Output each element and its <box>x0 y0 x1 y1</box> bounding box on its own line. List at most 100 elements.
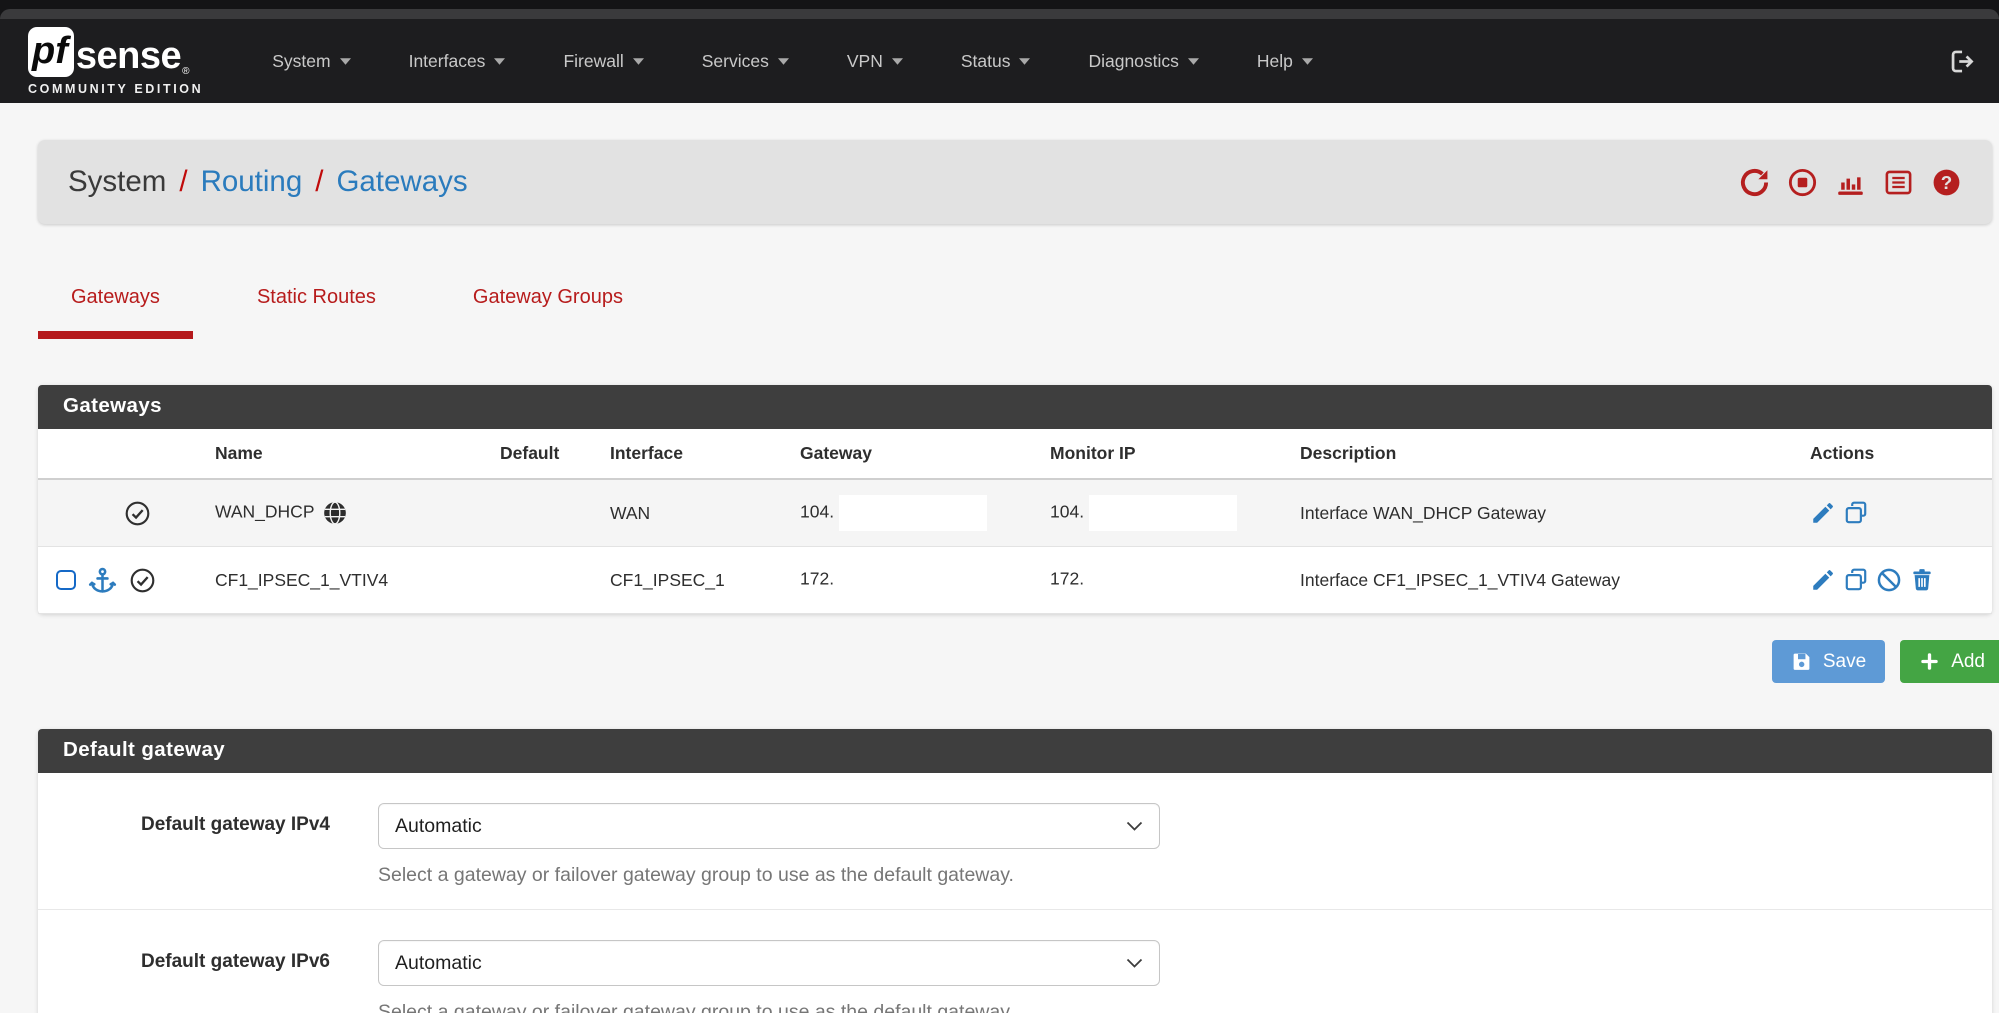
menu-diagnostics[interactable]: Diagnostics <box>1059 51 1227 72</box>
caret-down-icon <box>340 58 351 65</box>
main-menu: System Interfaces Firewall Services VPN … <box>243 51 1342 72</box>
col-name: Name <box>205 429 490 479</box>
breadcrumb: System / Routing / Gateways ? <box>38 140 1992 224</box>
gateways-table: Name Default Interface Gateway Monitor I… <box>38 429 1992 614</box>
caret-down-icon <box>633 58 644 65</box>
registered-mark: ® <box>182 66 189 77</box>
anchor-icon <box>88 566 117 595</box>
svg-text:?: ? <box>1941 171 1952 192</box>
selected-value: Automatic <box>395 952 482 975</box>
logo-sense-text: sense <box>76 37 181 77</box>
edit-icon[interactable] <box>1810 500 1836 526</box>
tab-bar: Gateways Static Routes Gateway Groups <box>38 280 1992 339</box>
disable-icon[interactable] <box>1876 567 1902 593</box>
stop-record-icon[interactable] <box>1787 167 1818 198</box>
gateway-online-icon <box>124 500 151 527</box>
default-gateway-ipv6-label: Default gateway IPv6 <box>96 940 330 1013</box>
window-chrome-strip <box>0 9 1999 19</box>
caret-down-icon <box>1188 58 1199 65</box>
gateway-address: 172. <box>800 569 834 589</box>
chevron-down-icon <box>1126 821 1143 832</box>
edit-icon[interactable] <box>1810 567 1836 593</box>
delete-icon[interactable] <box>1909 567 1935 593</box>
gateway-row-cf1-ipsec: CF1_IPSEC_1_VTIV4 CF1_IPSEC_1 172. 172. … <box>38 547 1992 614</box>
gateway-default <box>490 547 600 614</box>
gateway-description: Interface WAN_DHCP Gateway <box>1290 479 1800 547</box>
gateways-panel: Gateways Name Default Interface Gateway … <box>38 385 1992 614</box>
field-help-text: Select a gateway or failover gateway gro… <box>378 1001 1160 1013</box>
default-gateway-ipv6-select[interactable]: Automatic <box>378 940 1160 986</box>
breadcrumb-separator: / <box>315 165 323 199</box>
row-select-checkbox[interactable] <box>56 570 76 590</box>
breadcrumb-system: System <box>68 165 166 199</box>
monitor-ip: 172. <box>1050 569 1084 589</box>
gateways-panel-title: Gateways <box>38 385 1992 429</box>
gateway-default <box>490 479 600 547</box>
default-gateway-ipv4-row: Default gateway IPv4 Automatic Select a … <box>38 773 1992 910</box>
caret-down-icon <box>494 58 505 65</box>
col-icons <box>38 429 205 479</box>
top-navbar: pf sense ® COMMUNITY EDITION System Inte… <box>0 0 1999 103</box>
gateway-interface: CF1_IPSEC_1 <box>600 547 790 614</box>
copy-icon[interactable] <box>1843 500 1869 526</box>
add-button[interactable]: Add <box>1900 640 1999 683</box>
sign-out-icon[interactable] <box>1948 48 1975 75</box>
save-icon <box>1791 651 1812 672</box>
logo-tagline: COMMUNITY EDITION <box>28 82 203 96</box>
main-navbar: pf sense ® COMMUNITY EDITION System Inte… <box>0 19 1999 103</box>
caret-down-icon <box>1019 58 1030 65</box>
col-default: Default <box>490 429 600 479</box>
save-button[interactable]: Save <box>1772 640 1885 683</box>
gateway-name: CF1_IPSEC_1_VTIV4 <box>215 570 388 590</box>
refresh-icon[interactable] <box>1739 167 1770 198</box>
tab-gateways[interactable]: Gateways <box>38 280 193 339</box>
monitor-ip: 104. <box>1050 502 1084 522</box>
field-help-text: Select a gateway or failover gateway gro… <box>378 864 1160 887</box>
pfsense-logo[interactable]: pf sense ® COMMUNITY EDITION <box>28 27 203 96</box>
globe-icon <box>322 500 348 526</box>
table-header-row: Name Default Interface Gateway Monitor I… <box>38 429 1992 479</box>
gateway-interface: WAN <box>600 479 790 547</box>
gateway-online-icon <box>129 567 156 594</box>
tab-gateway-groups[interactable]: Gateway Groups <box>440 280 656 339</box>
gateway-name: WAN_DHCP <box>215 502 315 522</box>
default-gateway-panel: Default gateway Default gateway IPv4 Aut… <box>38 729 1992 1013</box>
breadcrumb-gateways-link[interactable]: Gateways <box>336 165 467 199</box>
caret-down-icon <box>778 58 789 65</box>
redacted-value <box>839 495 987 531</box>
breadcrumb-routing-link[interactable]: Routing <box>201 165 303 199</box>
help-icon[interactable]: ? <box>1931 167 1962 198</box>
default-gateway-ipv4-label: Default gateway IPv4 <box>96 803 330 887</box>
default-gateway-ipv4-select[interactable]: Automatic <box>378 803 1160 849</box>
tab-static-routes[interactable]: Static Routes <box>224 280 409 339</box>
menu-system[interactable]: System <box>243 51 379 72</box>
col-monitor-ip: Monitor IP <box>1040 429 1290 479</box>
log-list-icon[interactable] <box>1883 167 1914 198</box>
caret-down-icon <box>892 58 903 65</box>
breadcrumb-separator: / <box>179 165 187 199</box>
status-chart-icon[interactable] <box>1835 167 1866 198</box>
menu-services[interactable]: Services <box>673 51 818 72</box>
caret-down-icon <box>1302 58 1313 65</box>
selected-value: Automatic <box>395 815 482 838</box>
menu-firewall[interactable]: Firewall <box>534 51 672 72</box>
col-interface: Interface <box>600 429 790 479</box>
logo-pf-mark: pf <box>28 27 74 77</box>
default-gateway-panel-title: Default gateway <box>38 729 1992 773</box>
col-actions: Actions <box>1800 429 1992 479</box>
col-description: Description <box>1290 429 1800 479</box>
col-gateway: Gateway <box>790 429 1040 479</box>
copy-icon[interactable] <box>1843 567 1869 593</box>
default-gateway-ipv6-row: Default gateway IPv6 Automatic Select a … <box>38 910 1992 1013</box>
menu-vpn[interactable]: VPN <box>818 51 932 72</box>
redacted-value <box>1089 495 1237 531</box>
chevron-down-icon <box>1126 958 1143 969</box>
gateway-description: Interface CF1_IPSEC_1_VTIV4 Gateway <box>1290 547 1800 614</box>
menu-status[interactable]: Status <box>932 51 1060 72</box>
plus-icon <box>1919 651 1940 672</box>
gateway-row-wan-dhcp: WAN_DHCP WAN 104. 104. Interface WAN_DHC… <box>38 479 1992 547</box>
gateway-address: 104. <box>800 502 834 522</box>
menu-help[interactable]: Help <box>1228 51 1342 72</box>
menu-interfaces[interactable]: Interfaces <box>380 51 535 72</box>
redacted-value <box>1089 562 1237 598</box>
